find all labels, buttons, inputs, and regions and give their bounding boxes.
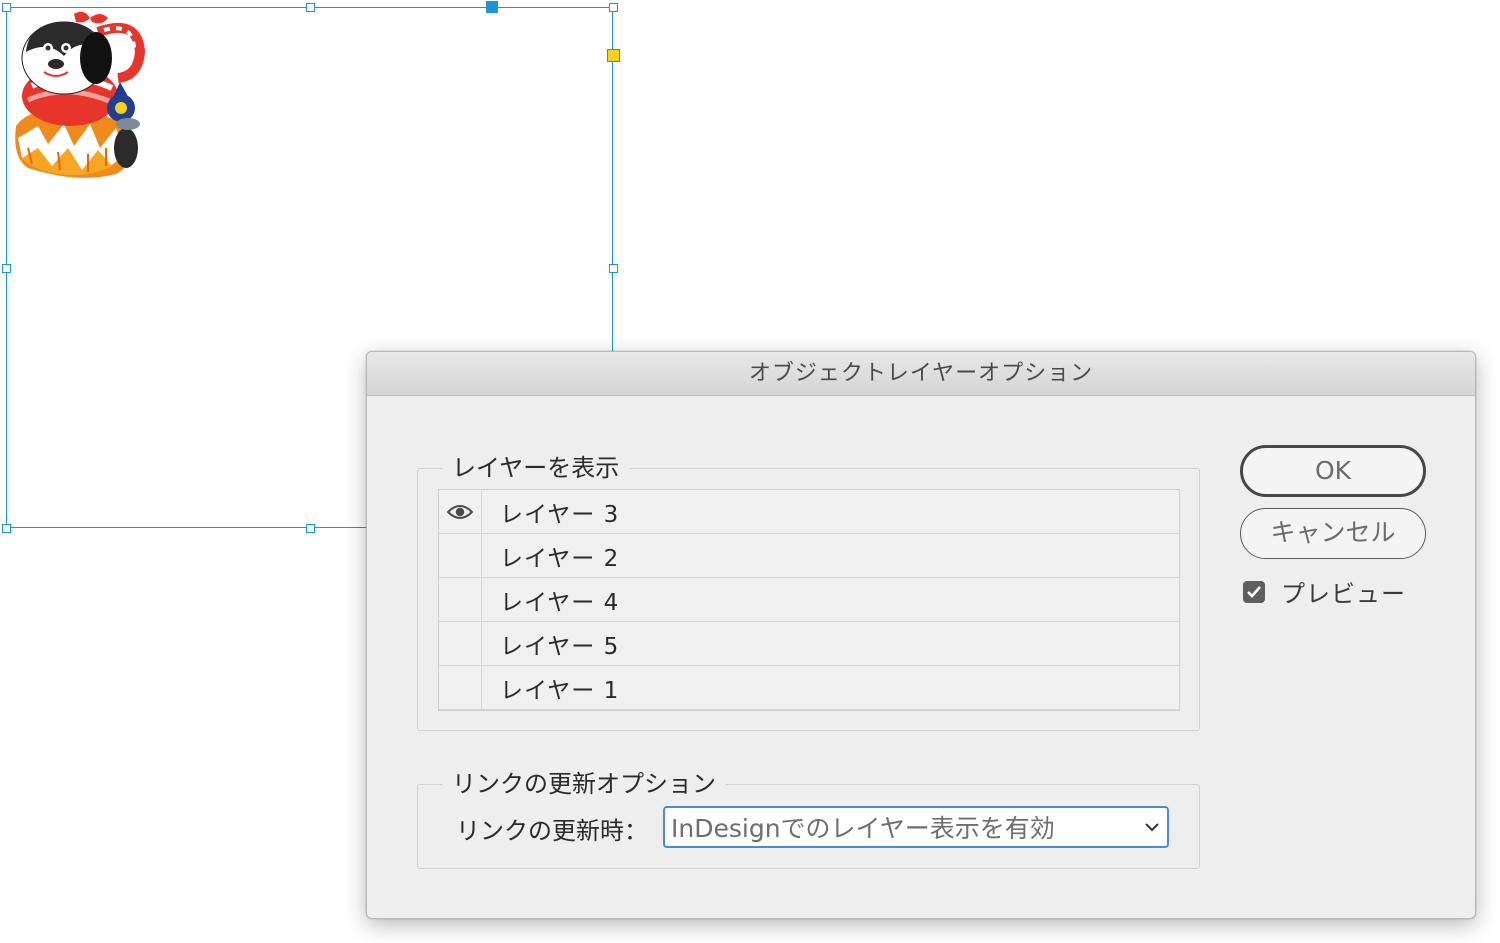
layer-name: レイヤー 1 xyxy=(500,677,620,704)
visibility-toggle[interactable] xyxy=(439,622,482,665)
resize-handle-top-center[interactable] xyxy=(306,3,315,12)
document-canvas: オブジェクトレイヤーオプション レイヤーを表示 レイヤー 3 レイヤー 2 レイ… xyxy=(0,0,1500,943)
dialog-title: オブジェクトレイヤーオプション xyxy=(367,352,1475,396)
resize-handle-top-left[interactable] xyxy=(2,3,11,12)
layer-list: レイヤー 3 レイヤー 2 レイヤー 4 レイヤー 5 レイヤー 1 xyxy=(438,489,1180,711)
ok-button[interactable]: OK xyxy=(1240,445,1426,497)
layer-row-layer-2[interactable]: レイヤー 2 xyxy=(439,534,1179,578)
show-layers-group: レイヤーを表示 レイヤー 3 レイヤー 2 レイヤー 4 レイヤー 5 レイヤー… xyxy=(417,451,1200,731)
layer-name: レイヤー 4 xyxy=(500,589,620,616)
chevron-down-icon xyxy=(1137,822,1167,832)
resize-handle-bottom-center[interactable] xyxy=(306,524,315,533)
reference-point-handle[interactable] xyxy=(486,1,498,13)
checkmark-icon xyxy=(1247,585,1261,598)
link-update-group: リンクの更新オプション リンクの更新時： InDesignでのレイヤー表示を有効 xyxy=(417,767,1200,869)
layer-row-layer-5[interactable]: レイヤー 5 xyxy=(439,622,1179,666)
resize-handle-top-right[interactable] xyxy=(609,3,618,12)
resize-handle-bottom-left[interactable] xyxy=(2,524,11,533)
layer-row-layer-1[interactable]: レイヤー 1 xyxy=(439,666,1179,710)
visibility-toggle[interactable] xyxy=(439,534,482,577)
link-update-selected-value: InDesignでのレイヤー表示を有効 xyxy=(671,814,1055,843)
visibility-toggle[interactable] xyxy=(439,490,482,533)
live-corner-anchor[interactable] xyxy=(607,49,620,62)
preview-checkbox-row[interactable]: プレビュー xyxy=(1243,574,1406,609)
show-layers-legend: レイヤーを表示 xyxy=(442,451,630,485)
link-update-label: リンクの更新時： xyxy=(456,817,648,845)
layer-row-layer-4[interactable]: レイヤー 4 xyxy=(439,578,1179,622)
link-update-select[interactable]: InDesignでのレイヤー表示を有効 xyxy=(663,806,1169,848)
layer-row-layer-3[interactable]: レイヤー 3 xyxy=(439,490,1179,534)
layer-name: レイヤー 2 xyxy=(500,545,620,572)
resize-handle-middle-left[interactable] xyxy=(2,264,11,273)
resize-handle-middle-right[interactable] xyxy=(609,264,618,273)
preview-checkbox[interactable] xyxy=(1243,580,1265,603)
object-layer-options-dialog: オブジェクトレイヤーオプション レイヤーを表示 レイヤー 3 レイヤー 2 レイ… xyxy=(366,351,1476,919)
layer-name: レイヤー 5 xyxy=(500,633,620,660)
cancel-button[interactable]: キャンセル xyxy=(1240,508,1426,559)
layer-name: レイヤー 3 xyxy=(500,501,620,528)
eye-icon xyxy=(447,504,473,519)
visibility-toggle[interactable] xyxy=(439,578,482,621)
visibility-toggle[interactable] xyxy=(439,666,482,709)
preview-label: プレビュー xyxy=(1281,580,1406,608)
link-update-legend: リンクの更新オプション xyxy=(442,767,726,801)
